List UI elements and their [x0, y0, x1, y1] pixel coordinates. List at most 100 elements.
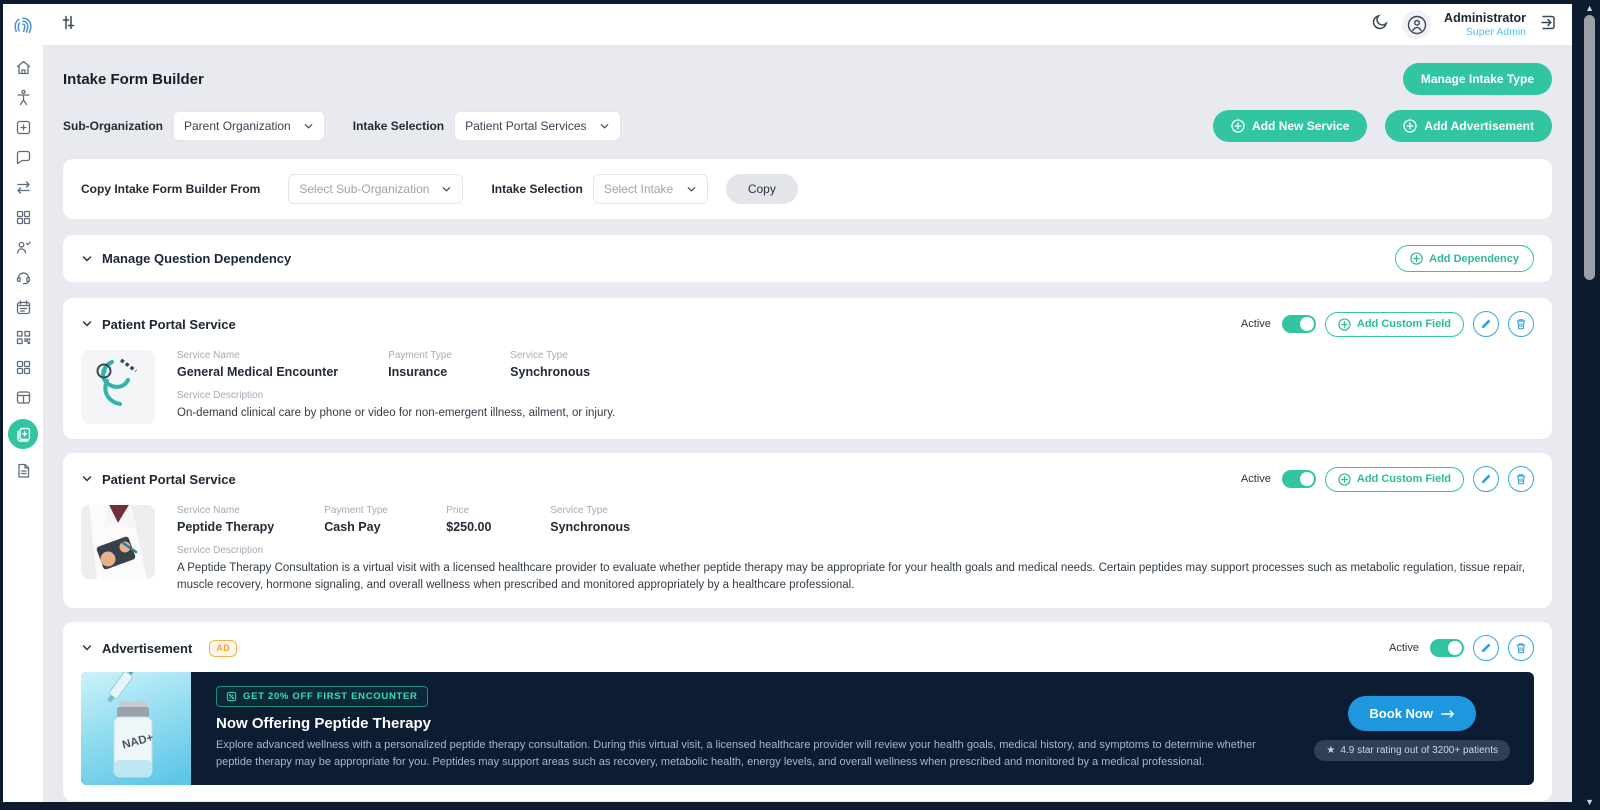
field-label: Service Type [550, 505, 608, 516]
sidebar-item-qr[interactable] [8, 329, 38, 346]
dark-mode-moon-icon[interactable] [1371, 13, 1389, 36]
delete-button[interactable] [1508, 466, 1534, 492]
chevron-down-icon[interactable] [81, 473, 93, 485]
modules-grid-icon [16, 360, 30, 375]
sidebar-item-appointments[interactable] [8, 299, 38, 316]
star-icon: ★ [1326, 745, 1336, 757]
add-dependency-button[interactable]: Add Dependency [1395, 245, 1534, 272]
logout-icon[interactable] [1539, 13, 1558, 37]
sidebar-item-support[interactable] [8, 269, 38, 286]
active-toggle[interactable] [1430, 639, 1464, 658]
intake-selection-value: Patient Portal Services [465, 119, 587, 133]
add-new-service-button[interactable]: Add New Service [1213, 110, 1368, 142]
sidebar-item-transfers[interactable] [8, 179, 38, 196]
sidebar-item-modules[interactable] [8, 359, 38, 376]
field-label: Service Name [177, 505, 240, 516]
chevron-down-icon [304, 123, 313, 129]
trash-icon [1516, 318, 1526, 329]
sidebar-item-patients[interactable] [8, 239, 38, 256]
sidebar-item-form-builder[interactable] [8, 419, 38, 449]
filter-sliders-icon[interactable] [59, 13, 78, 37]
copy-intake-select[interactable]: Select Intake [592, 174, 708, 204]
user-info[interactable]: Administrator Super Admin [1444, 11, 1526, 39]
scroll-up-arrow-icon[interactable]: ▲ [1585, 3, 1594, 13]
field-value: Synchronous [510, 365, 591, 379]
service-description: On-demand clinical care by phone or vide… [177, 407, 616, 419]
advertisement-title: Advertisement [102, 640, 193, 656]
book-now-button[interactable]: Book Now [1348, 696, 1476, 732]
user-avatar[interactable] [1402, 10, 1432, 39]
sidebar-item-apps[interactable] [8, 209, 38, 226]
scrollbar-thumb[interactable] [1584, 15, 1595, 280]
add-custom-field-label: Add Custom Field [1356, 318, 1451, 330]
user-name: Administrator [1444, 10, 1526, 25]
add-custom-field-button[interactable]: Add Custom Field [1324, 311, 1464, 337]
window-scrollbar[interactable]: ▲ ▼ [1575, 0, 1600, 810]
intake-selection-select[interactable]: Patient Portal Services [454, 111, 621, 141]
sidebar-nav [8, 59, 38, 479]
stethoscope-photo [81, 350, 155, 424]
field-value: Insurance [388, 365, 448, 379]
chevron-down-icon[interactable] [81, 253, 93, 265]
sub-organization-select[interactable]: Parent Organization [173, 111, 325, 141]
chevron-down-icon[interactable] [81, 318, 93, 330]
document-icon [17, 463, 29, 478]
edit-button[interactable] [1473, 311, 1499, 337]
form-builder-icon [16, 427, 30, 442]
chevron-down-icon [687, 186, 696, 192]
apps-grid-icon [16, 210, 30, 225]
discount-icon [226, 692, 237, 702]
calendar-icon [16, 300, 30, 315]
plus-circle-icon [1338, 472, 1351, 486]
sidebar-item-accessibility[interactable] [8, 89, 38, 106]
scroll-down-arrow-icon[interactable]: ▼ [1585, 797, 1594, 807]
question-dependency-card: Manage Question Dependency Add Dependenc… [63, 235, 1552, 282]
add-custom-field-button[interactable]: Add Custom Field [1324, 466, 1464, 492]
sidebar-item-chat[interactable] [8, 149, 38, 166]
fingerprint-logo [12, 15, 34, 42]
add-advertisement-label: Add Advertisement [1424, 119, 1534, 133]
sidebar-item-add[interactable] [8, 119, 38, 136]
sidebar-item-documents[interactable] [8, 462, 38, 479]
manage-intake-type-button[interactable]: Manage Intake Type [1402, 63, 1552, 95]
field-label: Service Type [510, 350, 568, 361]
ad-badge: AD [209, 639, 238, 657]
field-label: Service Name [177, 350, 240, 361]
chat-icon [16, 150, 30, 165]
add-advertisement-button[interactable]: Add Advertisement [1385, 110, 1552, 142]
plus-circle-icon [1338, 317, 1351, 331]
edit-button[interactable] [1473, 466, 1499, 492]
delete-button[interactable] [1508, 635, 1534, 662]
copy-intake-selection-label: Intake Selection [491, 182, 583, 196]
sidebar [3, 4, 43, 802]
manage-intake-type-label: Manage Intake Type [1420, 72, 1534, 86]
description-label: Service Description [177, 545, 264, 556]
delete-button[interactable] [1508, 311, 1534, 337]
arrow-right-icon [1441, 710, 1454, 718]
page-title: Intake Form Builder [63, 70, 204, 88]
trash-icon [1516, 643, 1526, 654]
patients-icon [16, 241, 31, 254]
rating-text: 4.9 star rating out of 3200+ patients [1340, 745, 1498, 757]
service-field: Price $250.00 [446, 505, 500, 534]
service-card-title: Patient Portal Service [102, 316, 236, 332]
service-field: Service Type Synchronous [510, 350, 590, 379]
field-value: Synchronous [550, 520, 631, 534]
copy-sub-organization-placeholder: Select Sub-Organization [299, 182, 430, 196]
copy-sub-organization-select[interactable]: Select Sub-Organization [288, 174, 464, 204]
sidebar-item-tables[interactable] [8, 389, 38, 406]
sidebar-item-home[interactable] [8, 59, 38, 76]
edit-button[interactable] [1473, 635, 1499, 662]
advertisement-banner: NAD+ GET 20% OFF FIRST ENCOUNTER Now Off… [81, 672, 1534, 786]
book-now-label: Book Now [1369, 706, 1433, 722]
field-label: Payment Type [388, 350, 452, 361]
copy-button[interactable]: Copy [725, 174, 798, 204]
user-role: Super Admin [1465, 25, 1526, 38]
service-field: Service Name Peptide Therapy [177, 505, 274, 534]
active-toggle[interactable] [1281, 315, 1316, 333]
chevron-down-icon[interactable] [81, 642, 93, 654]
active-toggle[interactable] [1281, 470, 1316, 488]
copy-from-label: Copy Intake Form Builder From [81, 182, 261, 196]
service-field: Service Name General Medical Encounter [177, 350, 338, 379]
sub-organization-label: Sub-Organization [63, 119, 163, 133]
